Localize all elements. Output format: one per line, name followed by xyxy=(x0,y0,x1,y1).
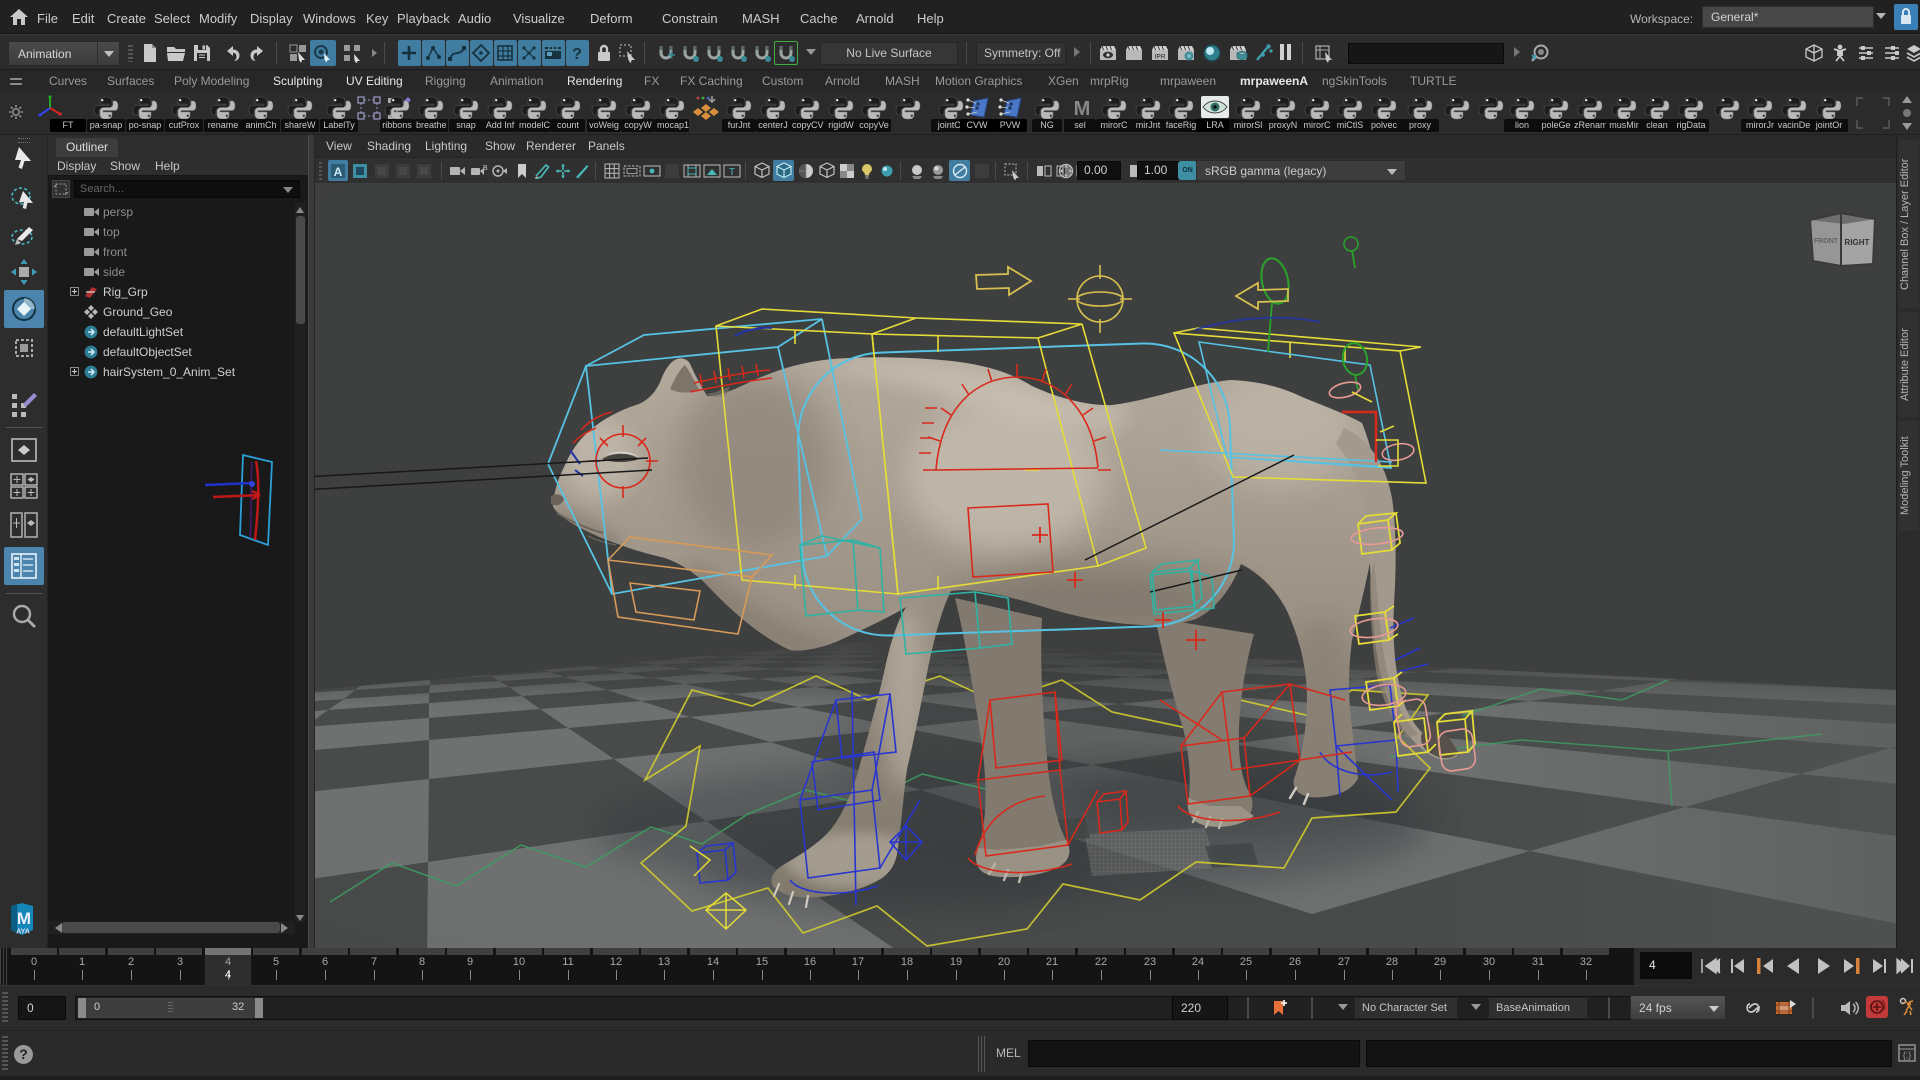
svg-text:B: B xyxy=(483,165,488,172)
svg-text:A: A xyxy=(334,165,343,179)
svg-text:M: M xyxy=(17,909,31,928)
svg-text:{;}: {;} xyxy=(1903,1050,1912,1060)
svg-text:IPR: IPR xyxy=(1155,54,1166,61)
svg-text:T: T xyxy=(729,167,735,178)
svg-text:?: ? xyxy=(572,46,582,63)
svg-text:M: M xyxy=(1074,98,1091,120)
svg-text:AYA: AYA xyxy=(16,929,30,936)
